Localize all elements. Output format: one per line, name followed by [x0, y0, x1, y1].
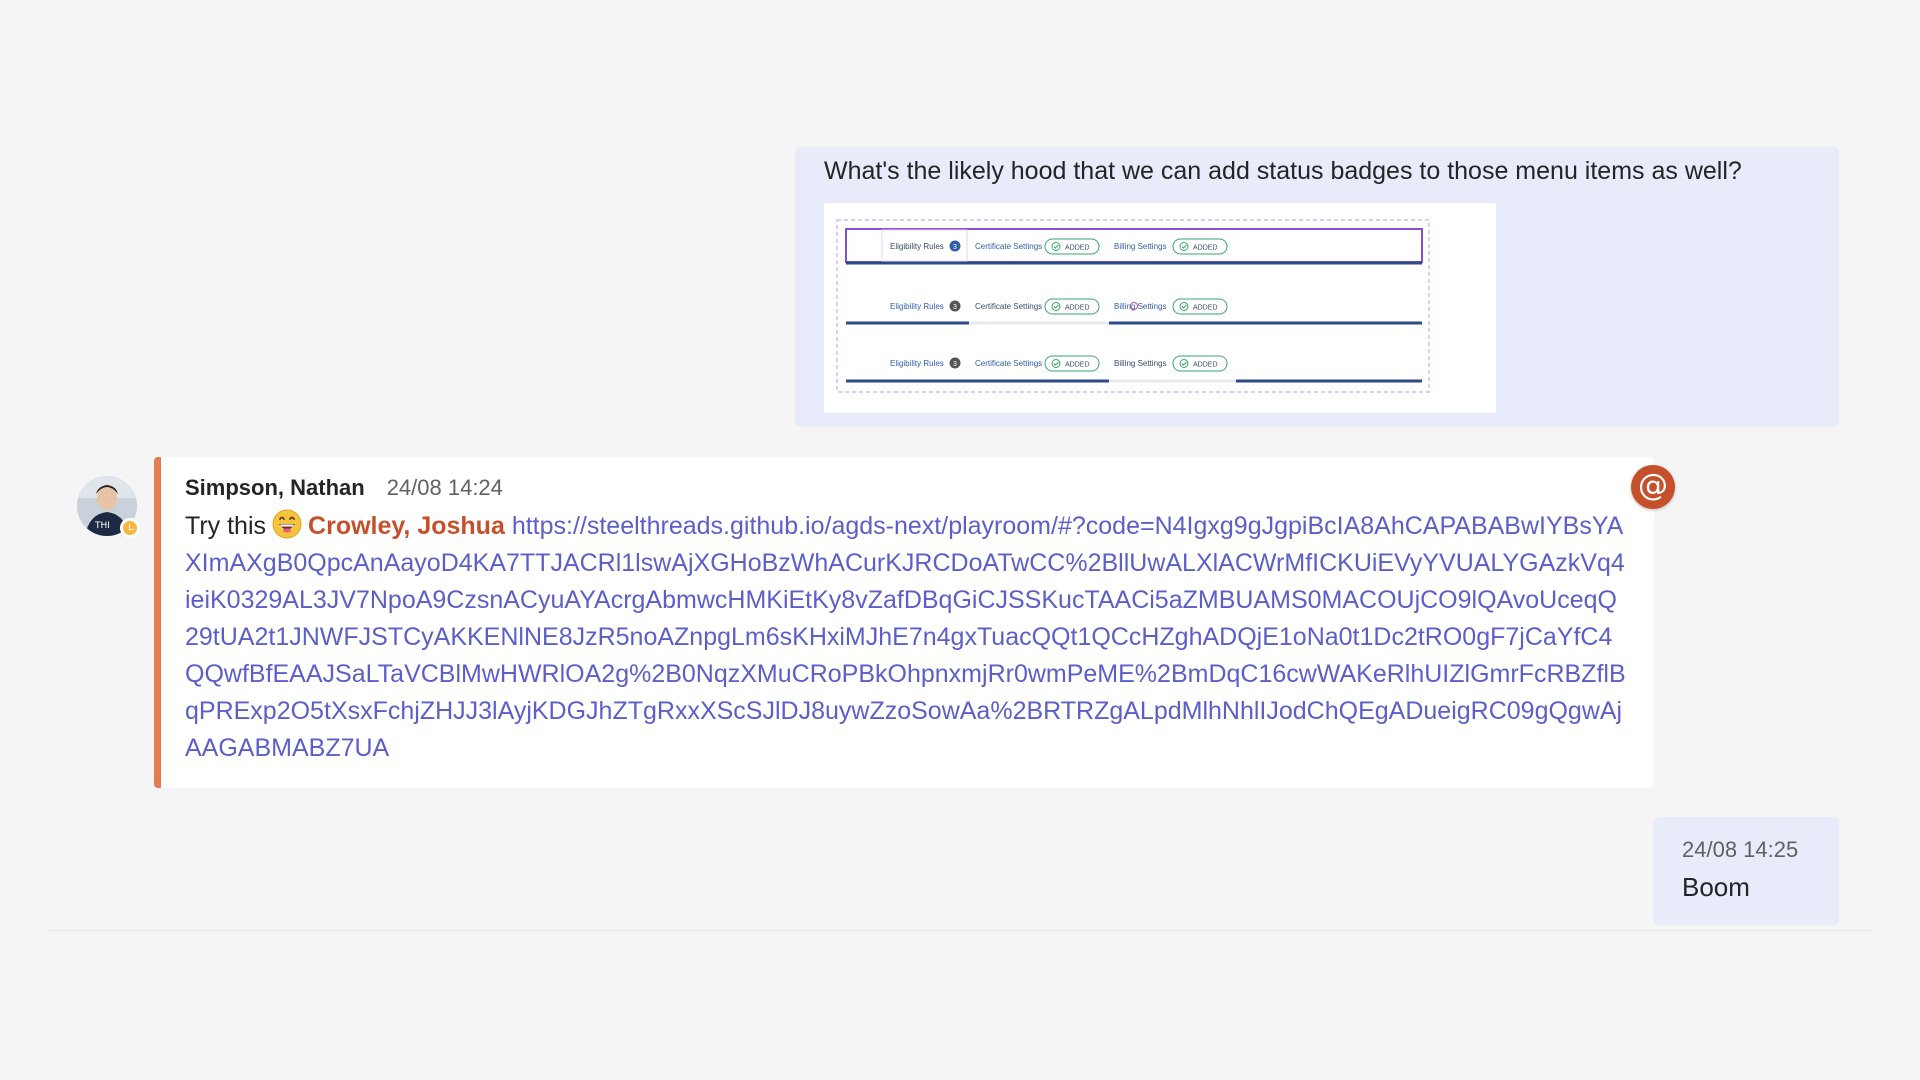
row3-tab2-status: ADDED: [1065, 362, 1090, 369]
row2-tab2-label: Certificate Settings: [975, 302, 1042, 311]
row2-tab1-badge: 3: [953, 304, 957, 311]
divider: [48, 930, 1872, 931]
row1-tab3-label: Billing Settings: [1114, 242, 1166, 251]
attachment-screenshot: Eligibility Rules 3 Certificate Settings…: [836, 219, 1430, 393]
message-text: Boom: [1682, 872, 1750, 902]
row3-tab1-badge: 3: [953, 361, 957, 368]
grinning-face-icon: [272, 509, 302, 539]
row3-tab3-label: Billing Settings: [1114, 359, 1166, 368]
sender-name[interactable]: Simpson, Nathan: [185, 475, 365, 501]
row1-tab1-badge: 3: [953, 244, 957, 251]
message-timestamp: 24/08 14:24: [386, 475, 503, 500]
avatar[interactable]: THI: [77, 476, 140, 538]
message-timestamp: 24/08 14:25: [1682, 837, 1799, 862]
svg-text:THI: THI: [94, 521, 110, 531]
away-status-icon: [120, 518, 140, 538]
mention-crowley-joshua[interactable]: Crowley, Joshua: [308, 512, 505, 540]
image-attachment[interactable]: Eligibility Rules 3 Certificate Settings…: [824, 203, 1496, 413]
row3-tab1-label: Eligibility Rules: [890, 359, 944, 368]
row3-tab2-label: Certificate Settings: [975, 359, 1042, 368]
row1-tab1-label: Eligibility Rules: [890, 242, 944, 251]
message-text: Try this: [185, 512, 267, 540]
row2-tab3-status: ADDED: [1193, 305, 1218, 312]
row2-tab2-status: ADDED: [1065, 305, 1090, 312]
row2-tab1-label: Eligibility Rules: [890, 302, 944, 311]
message-text: What's the likely hood that we can add s…: [824, 157, 1742, 185]
row3-tab3-status: ADDED: [1193, 362, 1218, 369]
outgoing-message[interactable]: What's the likely hood that we can add s…: [795, 147, 1839, 427]
chat-pane: What's the likely hood that we can add s…: [0, 0, 1920, 1080]
incoming-message[interactable]: Simpson, Nathan 24/08 14:24 Try this Crow…: [154, 457, 1654, 788]
playroom-link[interactable]: https://steelthreads.github.io/agds-next…: [185, 512, 1626, 762]
outgoing-message[interactable]: 24/08 14:25 Boom: [1653, 817, 1839, 925]
row1-tab3-status: ADDED: [1193, 245, 1218, 252]
row1-tab2-label: Certificate Settings: [975, 242, 1042, 251]
message-body: Try this Crowley, Joshua https://steelthr…: [185, 508, 1628, 767]
row1-tab2-status: ADDED: [1065, 245, 1090, 252]
mention-indicator-icon: @: [1631, 465, 1675, 509]
row2-tab3-label: Billing Settings: [1114, 302, 1166, 311]
message-header: Simpson, Nathan 24/08 14:24: [185, 475, 1628, 505]
